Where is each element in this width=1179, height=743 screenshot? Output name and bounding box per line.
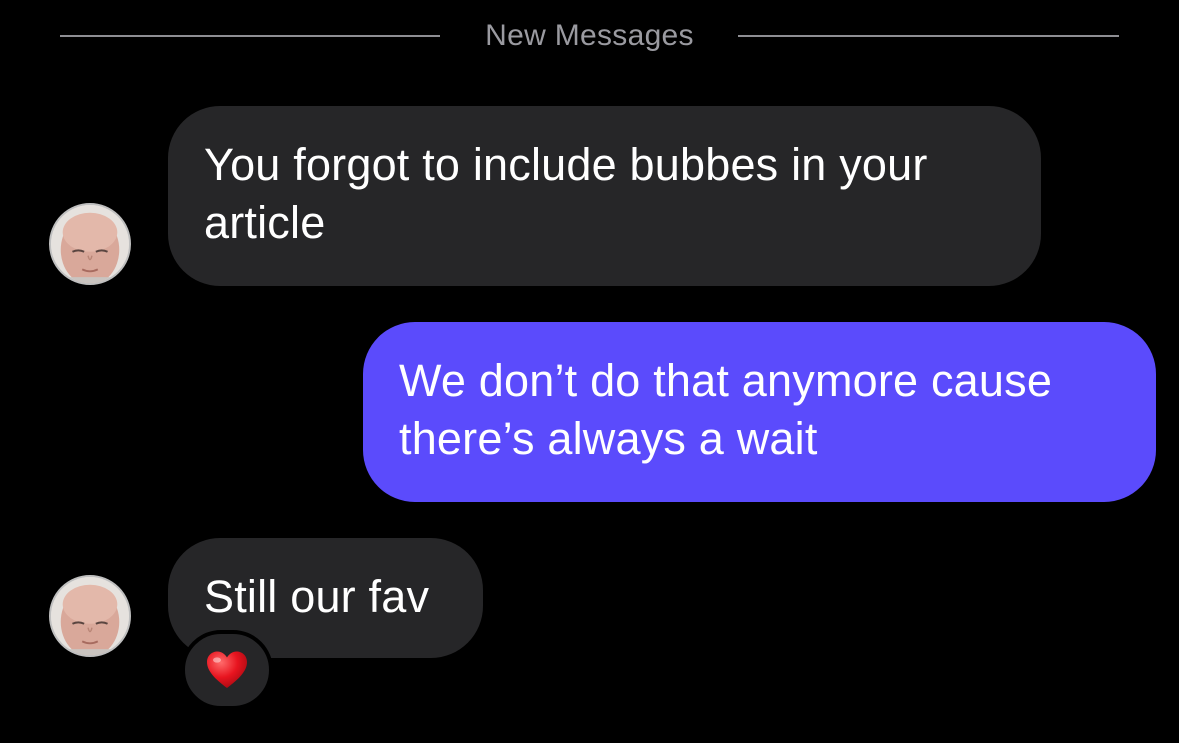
message-bubble-received[interactable]: You forgot to include bubbes in your art…: [168, 106, 1041, 286]
heart-icon: [207, 651, 247, 688]
heart-reaction[interactable]: [181, 630, 273, 710]
avatar-photo-icon: [51, 205, 129, 283]
sender-avatar[interactable]: [49, 575, 131, 657]
avatar-photo-icon: [51, 577, 129, 655]
message-text-line: article: [204, 197, 326, 248]
divider-line-right: [738, 35, 1119, 37]
message-text: Still our fav: [204, 571, 430, 622]
new-messages-divider: New Messages: [60, 17, 1119, 55]
message-bubble-sent[interactable]: We don’t do that anymore cause there’s a…: [363, 322, 1156, 502]
message-text-line: You forgot to include bubbes in your: [204, 139, 928, 190]
message-text-line: We don’t do that anymore cause: [399, 355, 1053, 406]
sender-avatar[interactable]: [49, 203, 131, 285]
message-text-line: there’s always a wait: [399, 413, 818, 464]
